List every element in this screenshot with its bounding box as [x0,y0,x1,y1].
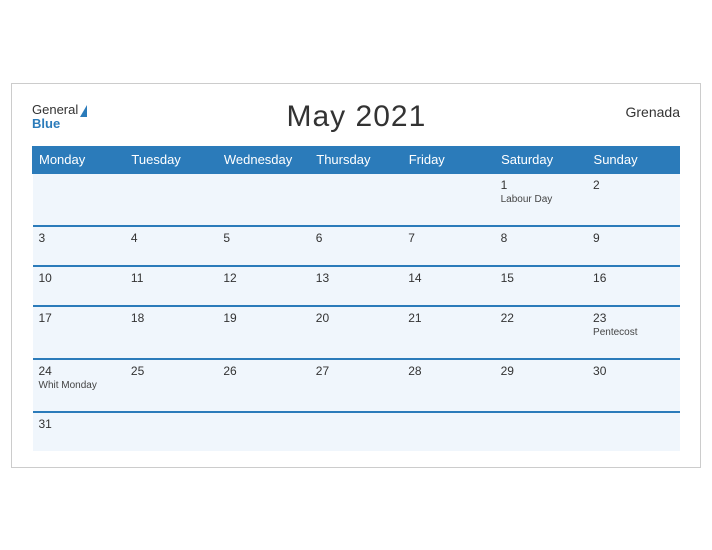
day-number: 26 [223,364,303,378]
calendar-cell: 12 [217,266,309,306]
calendar-cell: 5 [217,226,309,266]
calendar-cell: 30 [587,359,679,412]
day-number: 25 [131,364,211,378]
calendar-cell: 1 Labour Day [495,173,587,226]
calendar-cell: 8 [495,226,587,266]
calendar-cell [125,173,217,226]
calendar-cell: 3 [33,226,125,266]
calendar-cell: 9 [587,226,679,266]
calendar-cell: 4 [125,226,217,266]
day-number: 17 [39,311,119,325]
calendar-cell: 16 [587,266,679,306]
calendar-cell: 31 [33,412,125,451]
calendar-week-row: 24 Whit Monday 25 26 27 28 29 30 [33,359,680,412]
calendar-cell: 22 [495,306,587,359]
day-number: 7 [408,231,488,245]
day-number: 1 [501,178,581,192]
calendar-cell: 23 Pentecost [587,306,679,359]
calendar-cell: 18 [125,306,217,359]
day-number: 12 [223,271,303,285]
day-number: 14 [408,271,488,285]
calendar-cell: 24 Whit Monday [33,359,125,412]
calendar-week-row: 10 11 12 13 14 15 16 [33,266,680,306]
calendar-cell [495,412,587,451]
calendar-week-row: 31 [33,412,680,451]
calendar-cell [125,412,217,451]
weekday-header-monday: Monday [33,146,125,173]
day-number: 27 [316,364,396,378]
calendar-cell [217,173,309,226]
calendar-title: May 2021 [287,100,427,134]
calendar-cell: 26 [217,359,309,412]
calendar-cell: 25 [125,359,217,412]
day-number: 6 [316,231,396,245]
weekday-header-saturday: Saturday [495,146,587,173]
calendar-container: General Blue May 2021 Grenada MondayTues… [11,83,701,468]
day-number: 9 [593,231,673,245]
day-number: 13 [316,271,396,285]
day-number: 5 [223,231,303,245]
calendar-cell [402,412,494,451]
calendar-cell: 15 [495,266,587,306]
day-number: 28 [408,364,488,378]
calendar-cell: 2 [587,173,679,226]
day-number: 18 [131,311,211,325]
day-number: 29 [501,364,581,378]
calendar-cell [402,173,494,226]
weekday-header-friday: Friday [402,146,494,173]
weekday-header-tuesday: Tuesday [125,146,217,173]
day-number: 2 [593,178,673,192]
logo-general-text: General [32,103,87,117]
calendar-cell [217,412,309,451]
day-number: 31 [39,417,119,431]
calendar-cell: 6 [310,226,402,266]
logo-blue-text: Blue [32,117,87,130]
holiday-label: Labour Day [501,194,581,205]
calendar-cell: 14 [402,266,494,306]
day-number: 4 [131,231,211,245]
day-number: 24 [39,364,119,378]
calendar-cell: 28 [402,359,494,412]
day-number: 8 [501,231,581,245]
weekday-header-row: MondayTuesdayWednesdayThursdayFridaySatu… [33,146,680,173]
day-number: 30 [593,364,673,378]
calendar-week-row: 17 18 19 20 21 22 23 Pentecost [33,306,680,359]
calendar-cell: 13 [310,266,402,306]
calendar-cell: 19 [217,306,309,359]
calendar-cell: 29 [495,359,587,412]
calendar-week-row: 1 Labour Day 2 [33,173,680,226]
day-number: 15 [501,271,581,285]
logo-triangle-icon [80,105,87,117]
calendar-cell: 10 [33,266,125,306]
logo: General Blue [32,103,87,130]
day-number: 22 [501,311,581,325]
day-number: 21 [408,311,488,325]
calendar-cell [33,173,125,226]
weekday-header-thursday: Thursday [310,146,402,173]
day-number: 23 [593,311,673,325]
day-number: 3 [39,231,119,245]
day-number: 10 [39,271,119,285]
weekday-header-wednesday: Wednesday [217,146,309,173]
calendar-header: General Blue May 2021 Grenada [32,100,680,134]
calendar-cell [310,173,402,226]
calendar-cell: 27 [310,359,402,412]
calendar-cell: 21 [402,306,494,359]
calendar-cell: 7 [402,226,494,266]
weekday-header-sunday: Sunday [587,146,679,173]
day-number: 20 [316,311,396,325]
calendar-grid: MondayTuesdayWednesdayThursdayFridaySatu… [32,146,680,451]
day-number: 16 [593,271,673,285]
calendar-cell [310,412,402,451]
day-number: 19 [223,311,303,325]
calendar-cell: 17 [33,306,125,359]
calendar-cell: 20 [310,306,402,359]
holiday-label: Whit Monday [39,380,119,391]
holiday-label: Pentecost [593,327,673,338]
calendar-cell [587,412,679,451]
day-number: 11 [131,271,211,285]
country-label: Grenada [626,104,680,120]
calendar-week-row: 3456789 [33,226,680,266]
calendar-cell: 11 [125,266,217,306]
